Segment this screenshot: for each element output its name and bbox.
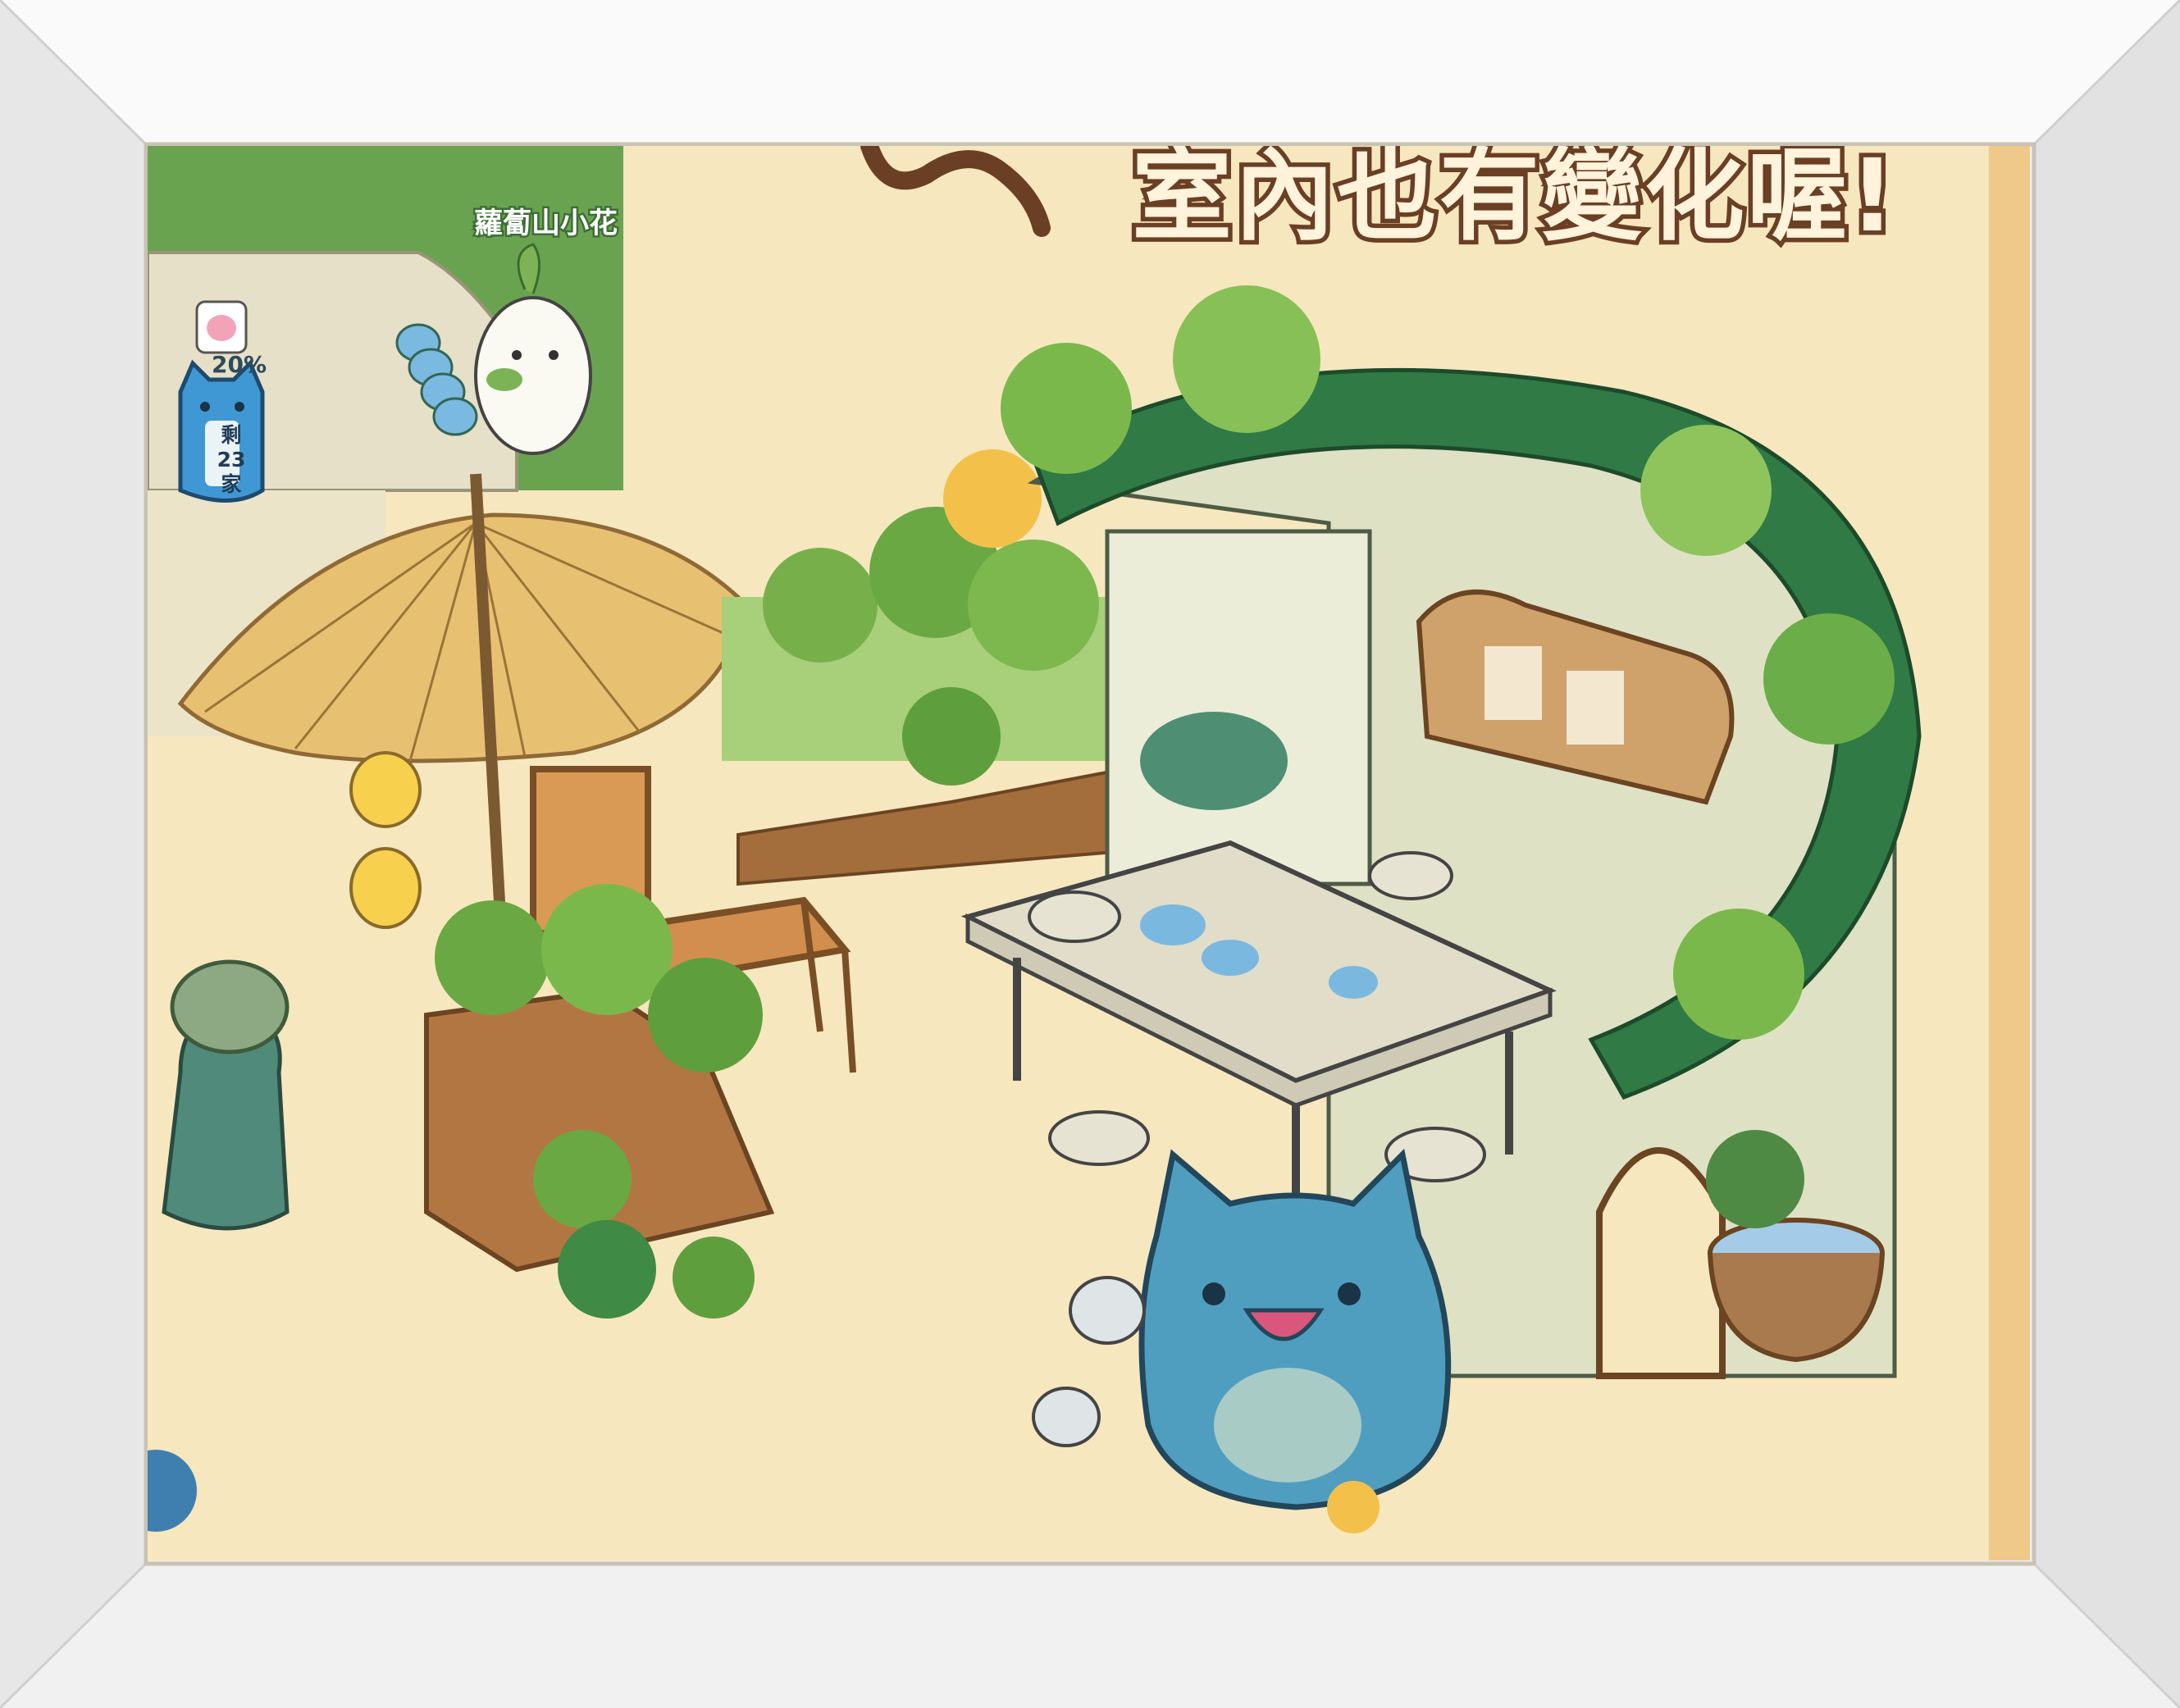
arch-door-icon xyxy=(1596,1147,1726,1379)
banner-title: 室內也有變化喔! xyxy=(1128,146,1900,259)
remaining-line2: 家 xyxy=(221,472,242,496)
remaining-houses-badge: 剩 23 家 xyxy=(208,423,255,497)
remaining-count: 23 xyxy=(217,448,246,471)
remaining-line1: 剩 xyxy=(221,423,242,447)
game-artwork: 室內也有變化喔! 蘿蔔山小花 20% 剩 23 家 xyxy=(148,146,2030,1560)
npc-name-label: 蘿蔔山小花 xyxy=(472,206,619,243)
stone-cat-statue xyxy=(162,959,290,1231)
progress-percent: 20% xyxy=(212,351,267,378)
